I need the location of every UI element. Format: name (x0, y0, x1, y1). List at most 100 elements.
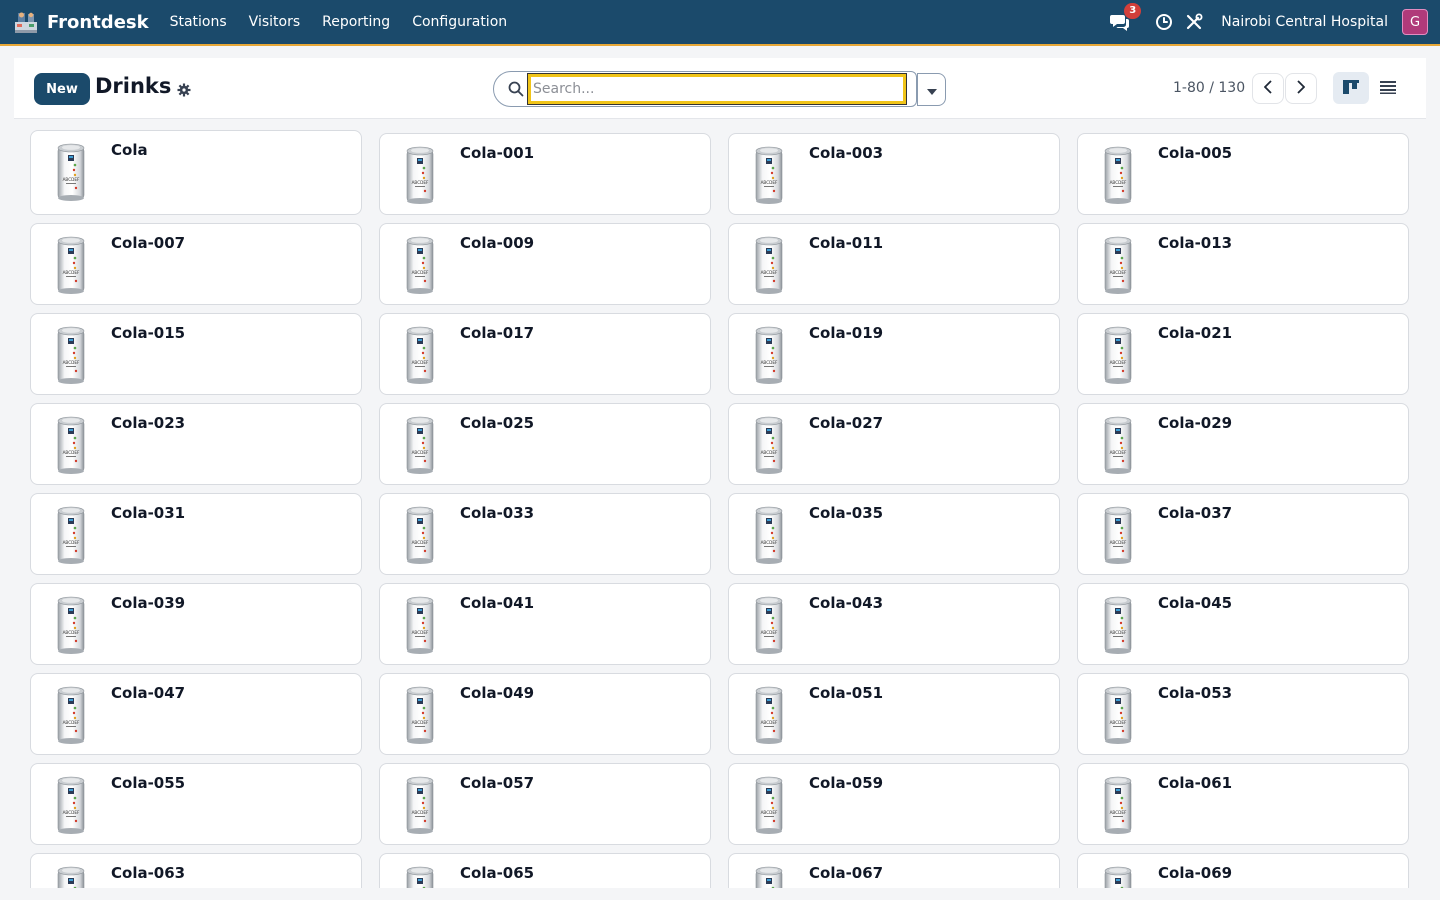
product-card[interactable]: ABCDEF Cola-009 (379, 223, 711, 305)
product-image: ABCDEF (403, 775, 437, 835)
svg-text:ABCDEF: ABCDEF (412, 540, 429, 545)
product-image: ABCDEF (1101, 415, 1135, 475)
product-card[interactable]: ABCDEF Cola-053 (1077, 673, 1409, 755)
product-name: Cola-037 (1158, 504, 1233, 522)
search-input[interactable] (527, 73, 907, 105)
product-image: ABCDEF (1101, 145, 1135, 205)
main-menu: Stations Visitors Reporting Configuratio… (159, 0, 519, 45)
search-options-toggle[interactable] (917, 73, 946, 106)
svg-text:ABCDEF: ABCDEF (1110, 630, 1127, 635)
svg-text:ABCDEF: ABCDEF (761, 720, 778, 725)
svg-text:ABCDEF: ABCDEF (63, 540, 80, 545)
product-card[interactable]: ABCDEF Cola-055 (30, 763, 362, 845)
product-card[interactable]: ABCDEF Cola-013 (1077, 223, 1409, 305)
svg-text:ABCDEF: ABCDEF (63, 630, 80, 635)
product-image: ABCDEF (54, 415, 88, 475)
svg-text:ABCDEF: ABCDEF (1110, 360, 1127, 365)
gear-icon[interactable] (177, 82, 191, 97)
new-button[interactable]: New (34, 73, 90, 105)
product-image: ABCDEF (1101, 595, 1135, 655)
svg-text:ABCDEF: ABCDEF (412, 270, 429, 275)
svg-text:ABCDEF: ABCDEF (1110, 810, 1127, 815)
product-card[interactable]: ABCDEF Cola-063 (30, 853, 362, 888)
svg-text:ABCDEF: ABCDEF (63, 810, 80, 815)
product-card[interactable]: ABCDEF Cola-017 (379, 313, 711, 395)
product-card[interactable]: ABCDEF Cola-011 (728, 223, 1060, 305)
product-image: ABCDEF (752, 595, 786, 655)
svg-text:ABCDEF: ABCDEF (412, 630, 429, 635)
top-navbar: Frontdesk Stations Visitors Reporting Co… (0, 0, 1440, 46)
product-card[interactable]: ABCDEF Cola-023 (30, 403, 362, 485)
product-card[interactable]: ABCDEF Cola-049 (379, 673, 711, 755)
menu-item-visitors[interactable]: Visitors (238, 0, 311, 45)
product-card[interactable]: ABCDEF Cola-045 (1077, 583, 1409, 665)
product-card[interactable]: ABCDEF Cola-035 (728, 493, 1060, 575)
chat-icon[interactable]: 3 (1109, 3, 1142, 33)
app-brand[interactable]: Frontdesk (14, 10, 149, 34)
caret-down-icon (926, 80, 937, 99)
menu-item-reporting[interactable]: Reporting (311, 0, 401, 45)
product-card[interactable]: ABCDEF Cola-037 (1077, 493, 1409, 575)
list-icon (1380, 79, 1396, 98)
menu-item-configuration[interactable]: Configuration (401, 0, 518, 45)
product-name: Cola-027 (809, 414, 884, 432)
product-name: Cola-049 (460, 684, 535, 702)
product-image: ABCDEF (403, 505, 437, 565)
user-avatar[interactable]: G (1402, 9, 1428, 35)
product-card[interactable]: ABCDEF Cola-039 (30, 583, 362, 665)
pager-previous-button[interactable] (1252, 73, 1284, 104)
svg-text:ABCDEF: ABCDEF (761, 630, 778, 635)
product-card[interactable]: ABCDEF Cola-005 (1077, 133, 1409, 215)
svg-text:ABCDEF: ABCDEF (412, 810, 429, 815)
product-image: ABCDEF (403, 415, 437, 475)
product-card[interactable]: ABCDEF Cola-019 (728, 313, 1060, 395)
product-image: ABCDEF (54, 142, 88, 202)
product-card[interactable]: ABCDEF Cola-041 (379, 583, 711, 665)
product-card[interactable]: ABCDEF Cola-003 (728, 133, 1060, 215)
product-name: Cola-001 (460, 144, 535, 162)
svg-text:ABCDEF: ABCDEF (761, 270, 778, 275)
product-card[interactable]: ABCDEF Cola-027 (728, 403, 1060, 485)
product-card[interactable]: ABCDEF Cola-043 (728, 583, 1060, 665)
product-name: Cola-053 (1158, 684, 1233, 702)
pager-value[interactable]: 1-80 / 130 (1173, 80, 1245, 96)
product-card[interactable]: ABCDEF Cola-069 (1077, 853, 1409, 888)
product-name: Cola-055 (111, 774, 186, 792)
product-card[interactable]: ABCDEF Cola-061 (1077, 763, 1409, 845)
product-card[interactable]: ABCDEF Cola-007 (30, 223, 362, 305)
product-card[interactable]: ABCDEF Cola-001 (379, 133, 711, 215)
product-card[interactable]: ABCDEF Cola-065 (379, 853, 711, 888)
product-card[interactable]: ABCDEF Cola-067 (728, 853, 1060, 888)
product-card[interactable]: ABCDEF Cola-033 (379, 493, 711, 575)
product-card[interactable]: ABCDEF Cola (30, 130, 362, 215)
product-card[interactable]: ABCDEF Cola-047 (30, 673, 362, 755)
product-image: ABCDEF (1101, 865, 1135, 888)
product-name: Cola-069 (1158, 864, 1233, 882)
search-icon (508, 81, 524, 97)
pager-next-button[interactable] (1285, 73, 1317, 104)
company-switcher[interactable]: Nairobi Central Hospital (1221, 14, 1388, 30)
navbar-systray: 3 Nairobi Central Hospital G (1103, 3, 1428, 35)
product-card[interactable]: ABCDEF Cola-059 (728, 763, 1060, 845)
product-card[interactable]: ABCDEF Cola-057 (379, 763, 711, 845)
tools-icon[interactable] (1183, 11, 1205, 33)
svg-text:ABCDEF: ABCDEF (1110, 270, 1127, 275)
product-card[interactable]: ABCDEF Cola-029 (1077, 403, 1409, 485)
messages-count-badge: 3 (1124, 3, 1142, 19)
product-image: ABCDEF (403, 235, 437, 295)
product-card[interactable]: ABCDEF Cola-015 (30, 313, 362, 395)
product-card[interactable]: ABCDEF Cola-025 (379, 403, 711, 485)
product-name: Cola-007 (111, 234, 186, 252)
product-card[interactable]: ABCDEF Cola-051 (728, 673, 1060, 755)
kanban-view-button[interactable] (1333, 72, 1369, 104)
product-card[interactable]: ABCDEF Cola-021 (1077, 313, 1409, 395)
control-panel: New Drinks 1-80 / 130 (14, 58, 1426, 119)
product-image: ABCDEF (54, 865, 88, 888)
product-image: ABCDEF (1101, 685, 1135, 745)
product-name: Cola-011 (809, 234, 884, 252)
product-card[interactable]: ABCDEF Cola-031 (30, 493, 362, 575)
menu-item-stations[interactable]: Stations (159, 0, 238, 45)
svg-text:ABCDEF: ABCDEF (412, 720, 429, 725)
list-view-button[interactable] (1370, 72, 1406, 104)
clock-icon[interactable] (1153, 11, 1175, 33)
